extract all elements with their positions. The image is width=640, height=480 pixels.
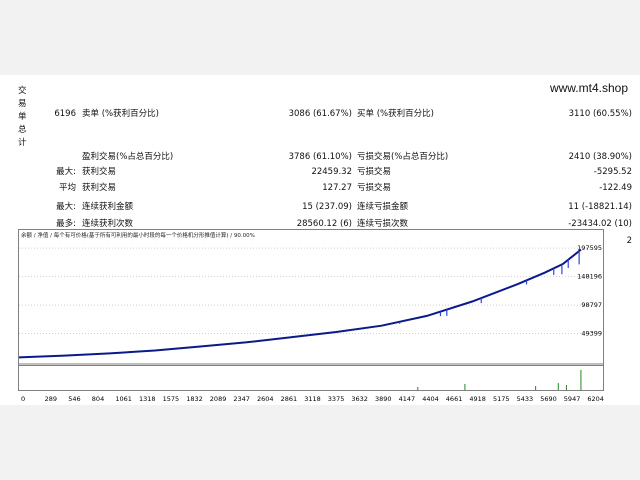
x-tick-label: 3375 [328, 395, 345, 403]
x-tick-label: 5690 [540, 395, 557, 403]
stat-c5-4: 连续亏损金额 [357, 202, 409, 212]
chart-header: 余额 / 净值 / 每个有可价格(基于所有可利用的最小时段的每一个价格机分形推值… [21, 231, 255, 239]
x-tick-label: 2089 [210, 395, 227, 403]
x-tick-label: 289 [45, 395, 57, 403]
volume-pane: 0 289 546 804 1061 1318 1575 1832 2089 2347 2604 28… [18, 365, 604, 403]
x-tick-label: 3632 [351, 395, 368, 403]
x-tick-label: 2604 [257, 395, 274, 403]
summary-side-label: 交易单总计 [18, 86, 27, 148]
x-tick-labels: 0 289 546 804 1061 1318 1575 1832 2089 2347 2604 28… [21, 395, 604, 403]
x-tick-label: 5433 [517, 395, 534, 403]
x-tick-label: 5175 [493, 395, 510, 403]
stat-c1-4: 最大: [56, 202, 76, 212]
stat-c2-0: 6196 [54, 109, 76, 119]
stat-c6-0: 3110 (60.55%) [568, 109, 632, 119]
y-tick-label: 49399 [581, 330, 602, 338]
stat-c5-0: 买单 (%获利百分比) [357, 109, 434, 119]
stat-c1-2: 最大: [56, 167, 76, 177]
x-tick-label: 1318 [139, 395, 156, 403]
x-tick-label: 804 [92, 395, 104, 403]
x-tick-label: 4661 [446, 395, 463, 403]
stat-c5-3: 亏损交易 [357, 183, 392, 193]
x-tick-label: 546 [68, 395, 80, 403]
stat-c4-0: 3086 (61.67%) [288, 109, 352, 119]
stat-c6-3: -122.49 [599, 183, 632, 193]
y-tick-label: 98797 [581, 301, 602, 309]
balance-chart: 余额 / 净值 / 每个有可价格(基于所有可利用的最小时段的每一个价格机分形推值… [18, 229, 604, 371]
stat-c4-3: 127.27 [322, 183, 352, 193]
y-tick-label: 148196 [577, 273, 602, 281]
stat-c6-4: 11 (-18821.14) [568, 202, 632, 212]
x-tick-label: 1061 [115, 395, 132, 403]
x-tick-label: 4147 [399, 395, 416, 403]
stat-c6-1: 2410 (38.90%) [568, 152, 632, 162]
x-tick-label: 1575 [163, 395, 180, 403]
stat-c1-3: 平均 [58, 183, 76, 193]
stat-c4-4: 15 (237.09) [302, 202, 352, 212]
x-tick-label: 4918 [469, 395, 486, 403]
stat-c4-2: 22459.32 [311, 167, 352, 177]
x-tick-label: 6204 [587, 395, 604, 403]
stat-c5-1: 亏损交易(%占总百分比) [357, 152, 449, 162]
x-tick-label: 0 [21, 395, 25, 403]
stat-c5-2: 亏损交易 [357, 167, 392, 177]
report-page: www.mt4.shop 交易单总计 6196 卖单 (%获利百分比) 3086 (… [0, 75, 640, 405]
chart-frame [18, 229, 604, 371]
x-tick-label: 3118 [304, 395, 321, 403]
x-tick-label: 4404 [422, 395, 439, 403]
stat-c6-2: -5295.52 [593, 167, 632, 177]
x-tick-label: 1832 [186, 395, 203, 403]
stat-c4-1: 3786 (61.10%) [288, 152, 352, 162]
site-watermark: www.mt4.shop [549, 81, 628, 95]
x-tick-label: 3890 [375, 395, 392, 403]
x-tick-label: 2861 [281, 395, 298, 403]
x-tick-label: 2347 [233, 395, 250, 403]
x-tick-label: 5947 [564, 395, 581, 403]
